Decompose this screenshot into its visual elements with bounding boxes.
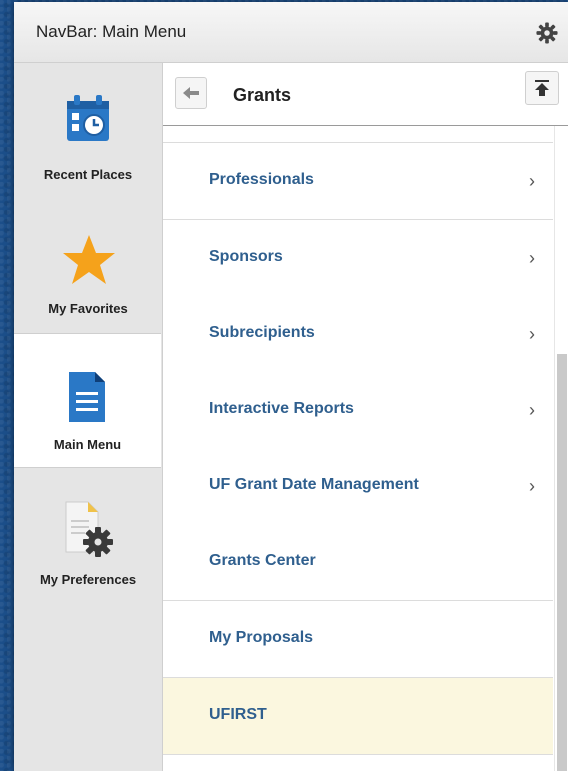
list-item[interactable]: Sponsors › [163,220,553,297]
document-gear-icon [65,501,113,557]
list-item-label: Professionals [209,171,314,188]
list-item-label: UFIRST [209,706,267,723]
list-item-label: Grants Center [209,552,316,569]
menu-header: Grants [163,63,568,126]
gear-icon[interactable] [536,22,558,44]
arrow-left-icon [183,87,199,99]
navbar-title: NavBar: Main Menu [36,22,187,41]
sidebar-item-recent-places[interactable]: Recent Places [14,63,162,198]
list-item[interactable]: UF Grant Date Management › [163,448,553,525]
list-item-label: UF Grant Date Management [209,476,419,493]
list-item-label: Interactive Reports [209,400,354,417]
list-item[interactable]: Interactive Reports › [163,372,553,449]
sidebar-item-main-menu[interactable]: Main Menu [14,333,161,468]
list-item[interactable] [163,126,553,143]
menu-list: Professionals › Sponsors › Subrecipients… [163,126,553,771]
chevron-right-icon: › [529,476,535,496]
chevron-right-icon: › [529,171,535,191]
sidebar-item-label: My Preferences [39,572,137,587]
navbar-panel: NavBar: Main Menu Recent Places My Favor… [14,2,568,771]
chevron-right-icon: › [529,324,535,344]
menu-content: Grants Professionals › Sponsors › Subrec… [162,63,568,771]
chevron-right-icon: › [529,400,535,420]
list-item[interactable]: My Proposals [163,601,553,678]
calendar-clock-icon [67,95,109,141]
list-item-label: My Proposals [209,629,314,646]
sidebar-item-label: My Favorites [48,301,128,316]
list-item-label: Subrecipients [209,324,315,341]
navbar-header: NavBar: Main Menu [14,2,568,63]
list-item[interactable]: Subrecipients › [163,296,553,373]
sidebar-item-label: Main Menu [53,437,122,452]
sidebar-item-label: Recent Places [43,167,133,182]
back-button[interactable] [175,77,207,109]
sidebar-item-my-preferences[interactable]: My Preferences [14,466,162,601]
page-title: Grants [233,85,292,105]
list-item-label: Sponsors [209,248,283,265]
document-icon [69,372,105,422]
list-item[interactable]: Grants Center [163,524,553,601]
chevron-right-icon: › [529,248,535,268]
navbar-sidebar: Recent Places My Favorites Main Menu My … [14,63,162,771]
list-item-highlighted[interactable]: UFIRST [163,678,553,755]
scrollbar[interactable] [554,126,568,771]
scroll-to-top-button[interactable] [525,71,559,105]
list-item[interactable]: Professionals › [163,143,553,220]
star-icon [63,235,115,284]
scroll-to-top-icon [535,80,549,96]
scrollbar-thumb[interactable] [557,354,567,771]
sidebar-item-my-favorites[interactable]: My Favorites [14,198,162,333]
